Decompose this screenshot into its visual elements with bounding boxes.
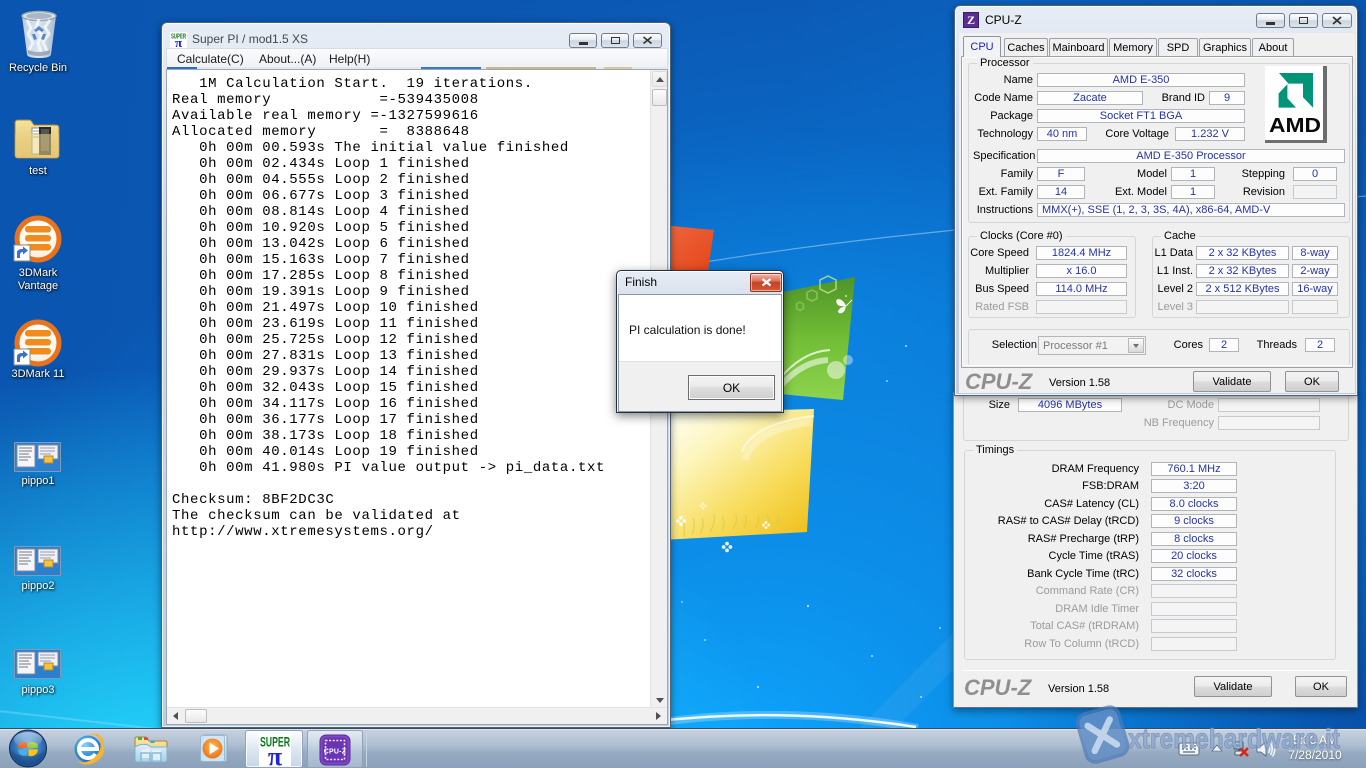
- svg-text:π: π: [268, 742, 282, 766]
- svg-text:AMD: AMD: [1269, 115, 1321, 137]
- svg-text:CPU-Z: CPU-Z: [324, 749, 347, 756]
- svg-text:π: π: [175, 35, 182, 48]
- svg-text:xtremehardware.it: xtremehardware.it: [1128, 723, 1340, 754]
